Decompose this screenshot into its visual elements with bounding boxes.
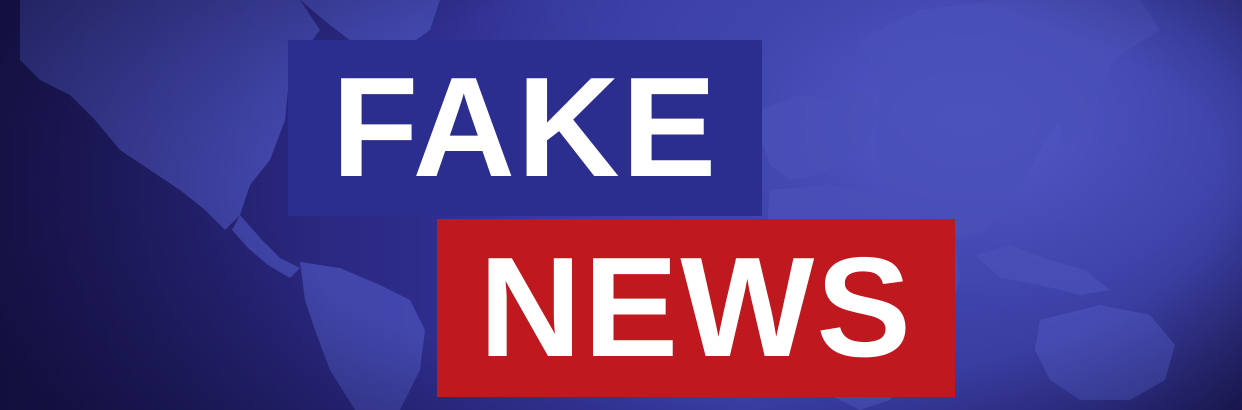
news-label: NEWS xyxy=(479,228,913,387)
landmass-europe xyxy=(760,90,880,180)
landmass-south-america xyxy=(300,262,425,410)
news-label-box: NEWS xyxy=(437,219,955,397)
landmass-southeast-asia xyxy=(975,245,1110,295)
fake-label: FAKE xyxy=(331,48,719,207)
landmass-asia xyxy=(860,0,1160,240)
landmass-central-america xyxy=(232,215,300,278)
landmass-north-america xyxy=(20,0,320,230)
fake-news-banner: FAKE NEWS xyxy=(0,0,1242,410)
landmass-australia xyxy=(1035,305,1175,400)
fake-label-box: FAKE xyxy=(288,40,762,216)
